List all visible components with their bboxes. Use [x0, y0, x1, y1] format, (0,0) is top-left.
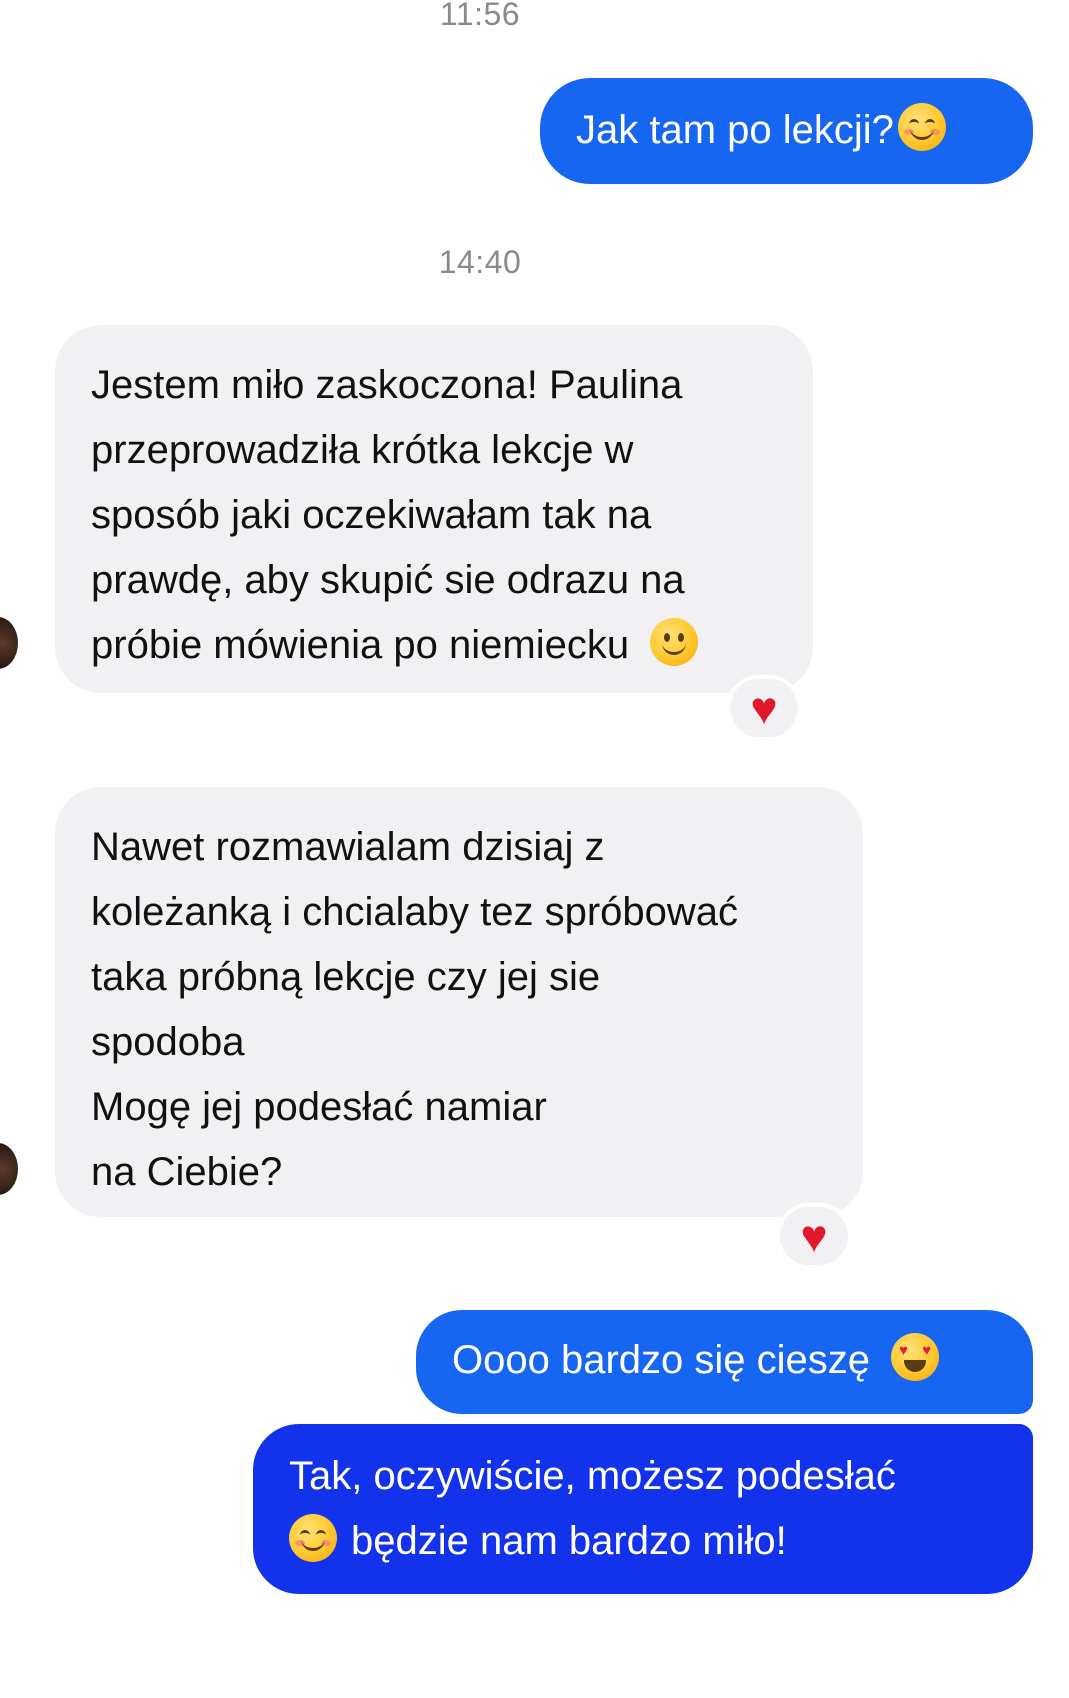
timestamp: 11:56: [439, 0, 521, 32]
heart-reaction-icon[interactable]: ♥: [776, 1203, 852, 1269]
message-text: przeprowadziła krótka lekcje w: [91, 428, 634, 472]
message-text: Jak tam po lekcji?: [576, 108, 894, 152]
message-text: taka próbną lekcje czy jej sie: [91, 955, 601, 999]
incoming-message-bubble[interactable]: Jestem miło zaskoczona! Paulina przeprow…: [55, 325, 813, 693]
slight-smile-emoji-icon: [650, 618, 699, 666]
message-text: Nawet rozmawialam dzisiaj z: [91, 825, 605, 869]
message-text: Oooo bardzo się cieszę: [452, 1338, 871, 1382]
contact-avatar[interactable]: [0, 1143, 18, 1195]
heart-eyes-emoji-icon: ♥ ♥: [891, 1333, 940, 1381]
message-text: Tak, oczywiście, możesz podesłać: [289, 1454, 896, 1498]
relieved-smile-emoji-icon: [897, 103, 946, 151]
smiling-eyes-emoji-icon: [289, 1514, 337, 1562]
outgoing-message-bubble[interactable]: Oooo bardzo się cieszę ♥ ♥: [416, 1310, 1033, 1414]
message-text: koleżanką i chcialaby tez spróbować: [91, 890, 739, 934]
message-text: Mogę jej podesłać namiar: [91, 1085, 547, 1129]
message-text: Jestem miło zaskoczona! Paulina: [91, 363, 683, 407]
message-text: prawdę, aby skupić sie odrazu na: [91, 558, 685, 602]
message-text: próbie mówienia po niemiecku: [91, 623, 630, 667]
outgoing-message-bubble[interactable]: Jak tam po lekcji?: [540, 78, 1033, 184]
timestamp: 14:40: [438, 244, 522, 280]
message-text: będzie nam bardzo miło!: [351, 1519, 787, 1563]
message-text: na Ciebie?: [91, 1150, 283, 1194]
incoming-message-bubble[interactable]: Nawet rozmawialam dzisiaj z koleżanką i …: [55, 787, 863, 1217]
message-text: sposób jaki oczekiwałam tak na: [91, 493, 652, 537]
outgoing-message-bubble[interactable]: Tak, oczywiście, możesz podesłać będzie …: [253, 1424, 1033, 1594]
heart-reaction-icon[interactable]: ♥: [726, 675, 802, 741]
message-text: spodoba: [91, 1020, 245, 1064]
contact-avatar[interactable]: [0, 617, 18, 669]
